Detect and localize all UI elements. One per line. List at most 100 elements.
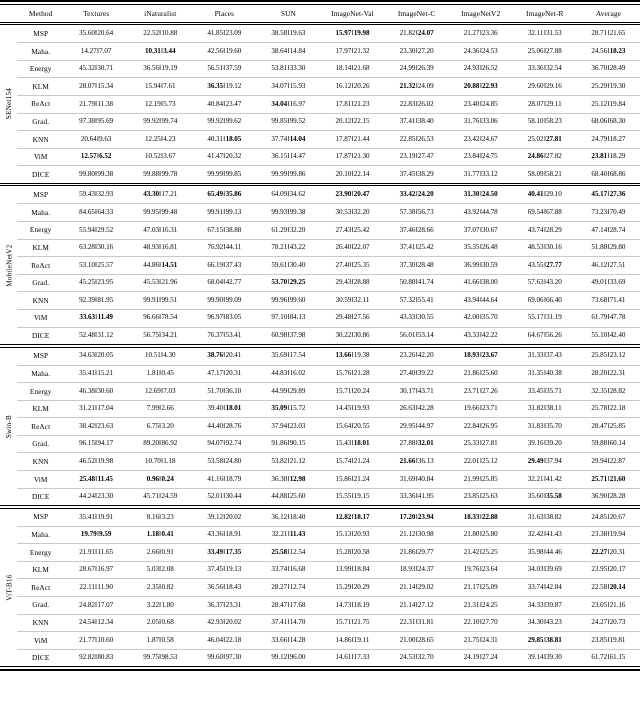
metric-value-primary: 29.48 <box>335 313 352 322</box>
metric-value-primary: 56.01 <box>399 331 416 340</box>
metric-value-secondary: 29.52 <box>97 225 114 234</box>
metric-cell: 37.45‖19.13 <box>192 561 256 578</box>
metric-value-secondary: 7.61 <box>163 81 176 90</box>
metric-value-primary: 99.93 <box>271 207 288 216</box>
metric-value-primary: 55.17 <box>527 313 544 322</box>
metric-cell: 18.14‖21.68 <box>320 60 384 77</box>
metric-value-secondary: 20.31 <box>225 369 242 378</box>
metric-cell: 43.30‖17.21 <box>128 186 192 203</box>
metric-cell: 37.74‖14.04 <box>256 131 320 148</box>
metric-value-primary: 30.59 <box>335 295 352 304</box>
metric-value-secondary: 97.30 <box>225 653 242 662</box>
metric-cell: 6.75‖3.20 <box>128 418 192 435</box>
metric-value-secondary: 42.28 <box>417 404 434 413</box>
metric-value-secondary: 39.20 <box>546 439 562 448</box>
metric-value-primary: 21.75 <box>463 635 480 644</box>
metric-value-primary: 24.93 <box>463 64 480 73</box>
metric-value-primary: 73.68 <box>591 295 608 304</box>
metric-cell: 15.13‖20.93 <box>320 526 384 543</box>
metric-value-secondary: 20.29 <box>353 582 370 591</box>
metric-value-primary: 46.04 <box>207 635 224 644</box>
metric-cell: 99.60‖97.30 <box>192 649 256 666</box>
metric-cell: 46.04‖22.18 <box>192 632 256 649</box>
column-header-imagenet-val: ImageNet-Val <box>331 8 374 18</box>
method-name-cell: Grad. <box>32 278 50 288</box>
metric-value-secondary: 35.70 <box>481 313 498 322</box>
metric-value-primary: 92.82 <box>79 653 95 662</box>
metric-cell: 23.85‖19.81 <box>577 632 640 649</box>
metric-value-secondary: 32.20 <box>289 225 306 234</box>
metric-cell: 21.12‖30.98 <box>385 526 449 543</box>
metric-cell: 12.57‖6.52 <box>64 148 128 165</box>
metric-value-secondary: 15.34 <box>97 81 114 90</box>
metric-value-primary: 18.14 <box>335 64 352 73</box>
metric-value-primary: 38.64 <box>271 46 288 55</box>
metric-value-secondary: 58.23 <box>546 117 562 126</box>
method-name-cell: Energy <box>29 225 52 235</box>
metric-cell: 29.49‖37.94 <box>513 453 577 470</box>
metric-cell: 31.63‖38.82 <box>513 509 577 526</box>
column-header-inaturalist: iNaturalist <box>144 8 177 18</box>
metric-value-primary: 22.52 <box>143 29 159 38</box>
metric-value-primary: 17.20 <box>399 512 416 521</box>
metric-value-primary: 99.91 <box>207 207 224 216</box>
metric-value-secondary: 26.52 <box>481 64 498 73</box>
metric-value-primary: 36.38 <box>271 474 288 483</box>
metric-value-primary: 44.40 <box>207 421 224 430</box>
metric-value-primary: 21.12 <box>399 530 416 539</box>
metric-cell: 45.17‖27.36 <box>577 186 640 203</box>
metric-cell: 25.02‖27.81 <box>513 131 577 148</box>
metric-cell: 41.85‖23.09 <box>192 25 256 42</box>
metric-value-primary: 36.70 <box>591 64 608 73</box>
metric-value-primary: 21.91 <box>79 547 95 556</box>
table-row: Grad. 45.25‖23.95 45.53‖21.96 68.04‖42.77 53… <box>0 274 640 291</box>
metric-value-primary: 32.21 <box>527 474 544 483</box>
metric-cell: 25.58‖12.54 <box>256 544 320 561</box>
metric-cell: 48.93‖16.81 <box>128 239 192 256</box>
metric-value-secondary: 27.70 <box>481 618 498 627</box>
metric-value-primary: 15.94 <box>144 81 161 90</box>
metric-cell: 12.82‖18.17 <box>320 509 384 526</box>
metric-value-primary: 10.70 <box>144 457 161 466</box>
metric-value-primary: 12.82 <box>335 512 352 521</box>
metric-cell: 17.97‖21.32 <box>320 43 384 60</box>
metric-value-secondary: 20.02 <box>225 512 242 521</box>
metric-cell: 21.86‖25.60 <box>449 365 513 382</box>
metric-value-secondary: 21.23 <box>353 99 370 108</box>
metric-value-secondary: 38.82 <box>546 512 562 521</box>
metric-value-secondary: 10.88 <box>161 29 178 38</box>
metric-value-secondary: 12.34 <box>97 618 114 627</box>
metric-value-secondary: 23.64 <box>481 565 498 574</box>
metric-cell: 1.87‖0.58 <box>128 632 192 649</box>
metric-cell: 38.58‖19.63 <box>256 25 320 42</box>
metric-cell: 37.30‖28.48 <box>385 257 449 274</box>
table-row: KLM 31.21‖17.04 7.99‖2.66 39.40‖18.01 35.09‖… <box>0 400 640 417</box>
metric-value-primary: 57.38 <box>399 207 416 216</box>
metric-cell: 36.56‖18.43 <box>192 579 256 596</box>
table-row: Energy 45.32‖30.71 36.56‖19.19 56.51‖37.59 5… <box>0 60 640 77</box>
metric-cell: 38.64‖14.84 <box>256 43 320 60</box>
metric-value-secondary: 19.84 <box>609 99 626 108</box>
metric-value-secondary: 40.38 <box>546 369 562 378</box>
metric-cell: 29.43‖28.88 <box>320 274 384 291</box>
metric-value-primary: 63.28 <box>79 243 95 252</box>
metric-value-primary: 6.75 <box>146 421 159 430</box>
metric-cell: 26.40‖22.07 <box>320 239 384 256</box>
metric-cell: 56.51‖37.59 <box>192 60 256 77</box>
metric-cell: 35.60‖35.58 <box>513 488 577 505</box>
metric-value-primary: 39.12 <box>207 512 224 521</box>
metric-value-secondary: 19.19 <box>161 64 178 73</box>
metric-cell: 33.42‖24.20 <box>385 186 449 203</box>
metric-value-primary: 35.60 <box>79 29 95 38</box>
metric-value-secondary: 21.65 <box>609 29 626 38</box>
metric-value-secondary: 32.01 <box>417 439 434 448</box>
metric-value-secondary: 99.74 <box>161 117 178 126</box>
metric-cell: 36.99‖30.59 <box>449 257 513 274</box>
metric-value-secondary: 33.69 <box>609 278 626 287</box>
metric-cell: 59.43‖32.93 <box>64 186 128 203</box>
metric-value-secondary: 11.45 <box>97 474 113 483</box>
metric-value-secondary: 1.18 <box>163 457 176 466</box>
metric-cell: 3.22‖1.80 <box>128 597 192 614</box>
metric-value-primary: 21.14 <box>399 600 416 609</box>
metric-value-primary: 99.12 <box>271 653 288 662</box>
